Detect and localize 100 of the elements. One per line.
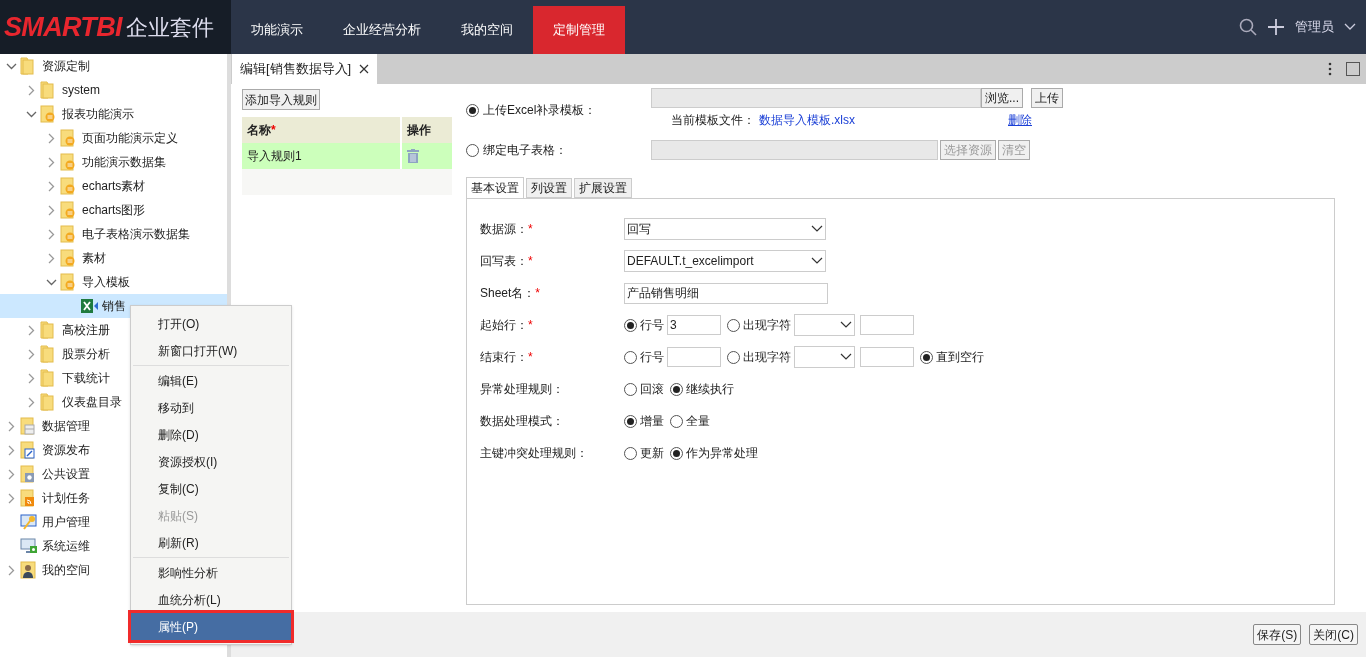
text-field[interactable] (860, 315, 914, 335)
tree-label: 股票分析 (62, 346, 110, 363)
settings-tab[interactable]: 列设置 (526, 178, 572, 198)
number-field[interactable] (667, 347, 721, 367)
radio-button[interactable] (670, 446, 683, 460)
dropdown[interactable] (794, 346, 855, 368)
field-label: 数据源：* (480, 221, 534, 238)
menu-item[interactable]: 移动到 (131, 394, 291, 421)
radio-button[interactable] (624, 446, 637, 460)
menu-item[interactable]: 影响性分析 (131, 559, 291, 586)
radio-button[interactable] (670, 414, 683, 428)
chevron-right-icon[interactable] (26, 84, 37, 96)
tree-label: 系统运维 (42, 538, 90, 555)
nav-tab[interactable]: 企业经营分析 (323, 6, 441, 54)
radio-button[interactable] (727, 350, 740, 364)
menu-item[interactable]: 删除(D) (131, 421, 291, 448)
menu-item[interactable]: 新窗口打开(W) (131, 337, 291, 364)
radio-button[interactable] (670, 382, 683, 396)
tree-item[interactable]: system (0, 78, 227, 102)
chevron-right-icon[interactable] (26, 348, 37, 360)
tree-item[interactable]: echarts图形 (0, 198, 227, 222)
dropdown[interactable]: DEFAULT.t_excelimport (624, 250, 826, 272)
tree-label: 功能演示数据集 (82, 154, 166, 171)
nav-tab[interactable]: 定制管理 (533, 6, 625, 54)
search-icon[interactable] (1239, 18, 1257, 36)
radio-button[interactable] (624, 414, 637, 428)
browse-button[interactable]: 浏览... (981, 88, 1023, 108)
chevron-right-icon[interactable] (46, 228, 57, 240)
chevron-down-icon (811, 257, 823, 265)
dropdown[interactable]: 回写 (624, 218, 826, 240)
option-label: 出现字符 (743, 349, 791, 366)
tree-label: 素材 (82, 250, 106, 267)
radio-button[interactable] (624, 382, 637, 396)
text-field[interactable]: 产品销售明细 (624, 282, 828, 304)
radio-button[interactable] (624, 318, 637, 332)
chevron-right-icon[interactable] (46, 180, 57, 192)
file-field[interactable] (651, 88, 981, 108)
field-label: 结束行：* (480, 349, 534, 366)
tree-item[interactable]: 报表功能演示 (0, 102, 227, 126)
delete-link[interactable]: 删除 (1008, 111, 1032, 129)
option-label: 直到空行 (936, 349, 984, 366)
menu-item[interactable]: 复制(C) (131, 475, 291, 502)
file-link[interactable]: 数据导入模板.xlsx (759, 111, 855, 129)
dropdown[interactable] (794, 314, 855, 336)
chevron-right-icon[interactable] (46, 156, 57, 168)
radio-button[interactable] (624, 350, 637, 364)
tree-item[interactable]: 资源定制 (0, 54, 227, 78)
plus-icon[interactable] (1267, 18, 1285, 36)
chevron-right-icon[interactable] (6, 468, 17, 480)
tree-item[interactable]: 电子表格演示数据集 (0, 222, 227, 246)
footer-button[interactable]: 保存(S) (1253, 624, 1302, 645)
chevron-right-icon[interactable] (26, 396, 37, 408)
option-label: 行号 (640, 349, 664, 366)
chevron-down-icon[interactable] (1344, 23, 1356, 31)
chevron-right-icon[interactable] (26, 372, 37, 384)
tree-label: 资源定制 (42, 58, 90, 75)
chevron-right-icon[interactable] (26, 324, 37, 336)
option-label: 继续执行 (686, 381, 734, 398)
tree-label: 用户管理 (42, 514, 90, 531)
tree-item[interactable]: 导入模板 (0, 270, 227, 294)
menu-item[interactable]: 资源授权(I) (131, 448, 291, 475)
trash-icon[interactable] (407, 149, 419, 163)
chevron-right-icon[interactable] (6, 420, 17, 432)
person-folder-icon (20, 561, 38, 579)
chevron-right-icon[interactable] (6, 564, 17, 576)
chevron-right-icon[interactable] (46, 252, 57, 264)
upload-button[interactable]: 上传 (1031, 88, 1063, 108)
more-icon[interactable] (1328, 62, 1332, 76)
nav-tab[interactable]: 我的空间 (441, 6, 533, 54)
radio-button[interactable] (727, 318, 740, 332)
user-menu[interactable]: 管理员 (1295, 17, 1334, 37)
settings-tab[interactable]: 基本设置 (466, 177, 524, 199)
add-rule-button[interactable]: 添加导入规则 (242, 89, 320, 110)
tree-label: 页面功能演示定义 (82, 130, 178, 147)
text-field[interactable] (860, 347, 914, 367)
tree-item[interactable]: 功能演示数据集 (0, 150, 227, 174)
tree-item[interactable]: 页面功能演示定义 (0, 126, 227, 150)
tree-label: 报表功能演示 (62, 106, 134, 123)
menu-item[interactable]: 编辑(E) (131, 367, 291, 394)
close-icon[interactable] (359, 64, 370, 74)
editor-tab[interactable]: 编辑[销售数据导入] (232, 54, 378, 84)
menu-item[interactable]: 刷新(R) (131, 529, 291, 556)
menu-item[interactable]: 属性(P) (131, 613, 291, 640)
settings-tab[interactable]: 扩展设置 (574, 178, 632, 198)
menu-item[interactable]: 血统分析(L) (131, 586, 291, 613)
radio-button[interactable] (466, 103, 479, 117)
tree-item[interactable]: 素材 (0, 246, 227, 270)
chevron-right-icon[interactable] (6, 492, 17, 504)
number-field[interactable]: 3 (667, 315, 721, 335)
chevron-right-icon[interactable] (46, 204, 57, 216)
option-label: 增量 (640, 413, 664, 430)
footer-button[interactable]: 关闭(C) (1309, 624, 1358, 645)
resource-field[interactable] (651, 140, 938, 160)
tree-item[interactable]: echarts素材 (0, 174, 227, 198)
radio-button[interactable] (920, 350, 933, 364)
chevron-right-icon[interactable] (46, 132, 57, 144)
maximize-icon[interactable] (1346, 62, 1360, 76)
nav-tab[interactable]: 功能演示 (231, 6, 323, 54)
key-window-icon (20, 513, 38, 531)
chevron-right-icon[interactable] (6, 444, 17, 456)
